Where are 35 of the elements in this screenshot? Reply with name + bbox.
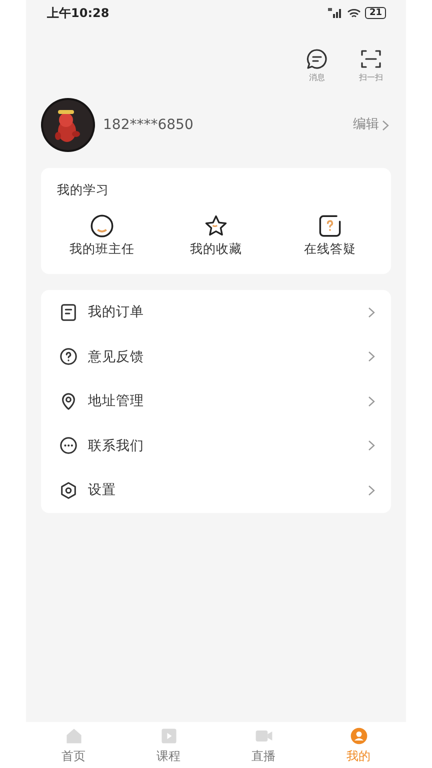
chevron-icon [368, 306, 375, 318]
chevron-icon [368, 396, 375, 407]
shortcut-button[interactable]: 在线答疑 [280, 214, 380, 258]
menu-item[interactable]: 联系我们 [41, 424, 391, 468]
menu-item[interactable]: 设置 [41, 468, 391, 512]
smile-icon [90, 214, 114, 238]
chevron-icon [368, 440, 375, 452]
shortcut-button[interactable]: 我的收藏 [166, 214, 266, 258]
play-icon [158, 726, 178, 746]
section-title: 我的学习 [56, 181, 110, 199]
chevron-icon [368, 484, 375, 496]
message-icon [306, 48, 328, 70]
menu-item[interactable]: 地址管理 [41, 379, 391, 424]
star-icon [204, 214, 228, 238]
tab[interactable]: 首页 [62, 726, 86, 764]
wifi-icon [347, 8, 362, 18]
tab[interactable]: 直播 [252, 726, 276, 764]
signal-icon [328, 8, 344, 18]
document-icon [59, 302, 78, 322]
menu-item[interactable]: 意见反馈 [41, 334, 391, 379]
shortcut-button[interactable]: 我的班主任 [52, 214, 152, 258]
scan-icon [360, 48, 382, 70]
chevron-icon [368, 351, 375, 362]
location-icon [59, 392, 78, 411]
user-icon [348, 726, 368, 746]
battery-level: 21 [365, 7, 386, 19]
chevron-icon [382, 120, 389, 130]
tab[interactable]: 课程 [156, 726, 180, 764]
status-time: 上午10:28 [47, 5, 110, 22]
menu-item[interactable]: 我的订单 [41, 290, 391, 334]
question-icon [318, 214, 342, 238]
chat-bubble-icon [59, 436, 78, 456]
settings-icon [59, 480, 78, 500]
help-icon [59, 347, 78, 366]
phone-number: 182****6850 [103, 116, 194, 134]
